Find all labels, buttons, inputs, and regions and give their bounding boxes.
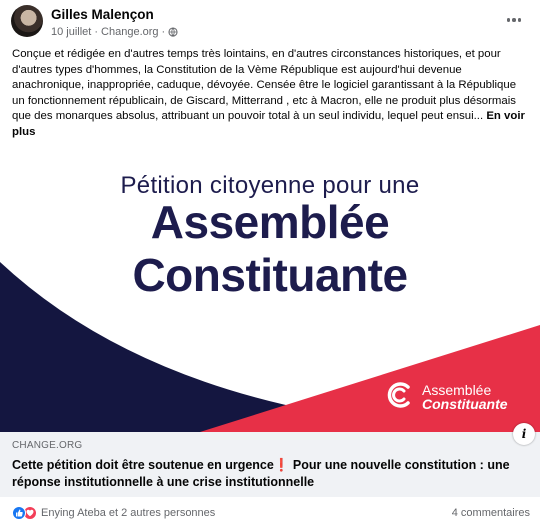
post-body: Conçue et rédigée en d'autres temps très… — [12, 48, 517, 122]
comments-count[interactable]: 4 commentaires — [452, 507, 530, 519]
link-domain: CHANGE.ORG — [12, 440, 83, 451]
post-footer: Enying Ateba et 2 autres personnes 4 com… — [0, 497, 540, 526]
assemblee-logo-icon — [387, 382, 410, 408]
avatar[interactable] — [11, 5, 43, 37]
logo-line2: Constituante — [422, 396, 508, 412]
link-preview-image[interactable]: Pétition citoyenne pour une Assemblée Co… — [0, 150, 540, 432]
like-reaction-icon — [12, 506, 26, 520]
meta-separator: · — [94, 26, 99, 38]
post-header: Gilles Malençon 10 juillet · Change.org … — [0, 0, 540, 44]
post-date[interactable]: 10 juillet — [51, 26, 91, 38]
link-preview-caption[interactable]: CHANGE.ORG Cette pétition doit être sout… — [0, 432, 540, 497]
logo-text: Assemblée Constituante — [422, 383, 508, 411]
link-title[interactable]: Cette pétition doit être soutenue en urg… — [12, 457, 522, 491]
post-source: Change.org — [101, 26, 159, 38]
post-text: Conçue et rédigée en d'autres temps très… — [12, 47, 530, 140]
image-title-line1: Assemblée — [150, 196, 390, 248]
more-options-icon[interactable] — [502, 10, 526, 30]
reactions-summary[interactable]: Enying Ateba et 2 autres personnes — [12, 506, 215, 520]
reactions-names[interactable]: Enying Ateba et 2 autres personnes — [41, 507, 215, 519]
globe-icon — [168, 27, 178, 37]
post-meta: 10 juillet · Change.org · — [51, 26, 178, 38]
author-name[interactable]: Gilles Malençon — [51, 7, 154, 22]
meta-separator: · — [161, 26, 166, 38]
info-icon[interactable]: i — [513, 423, 535, 445]
image-title-line2: Constituante — [132, 249, 408, 301]
